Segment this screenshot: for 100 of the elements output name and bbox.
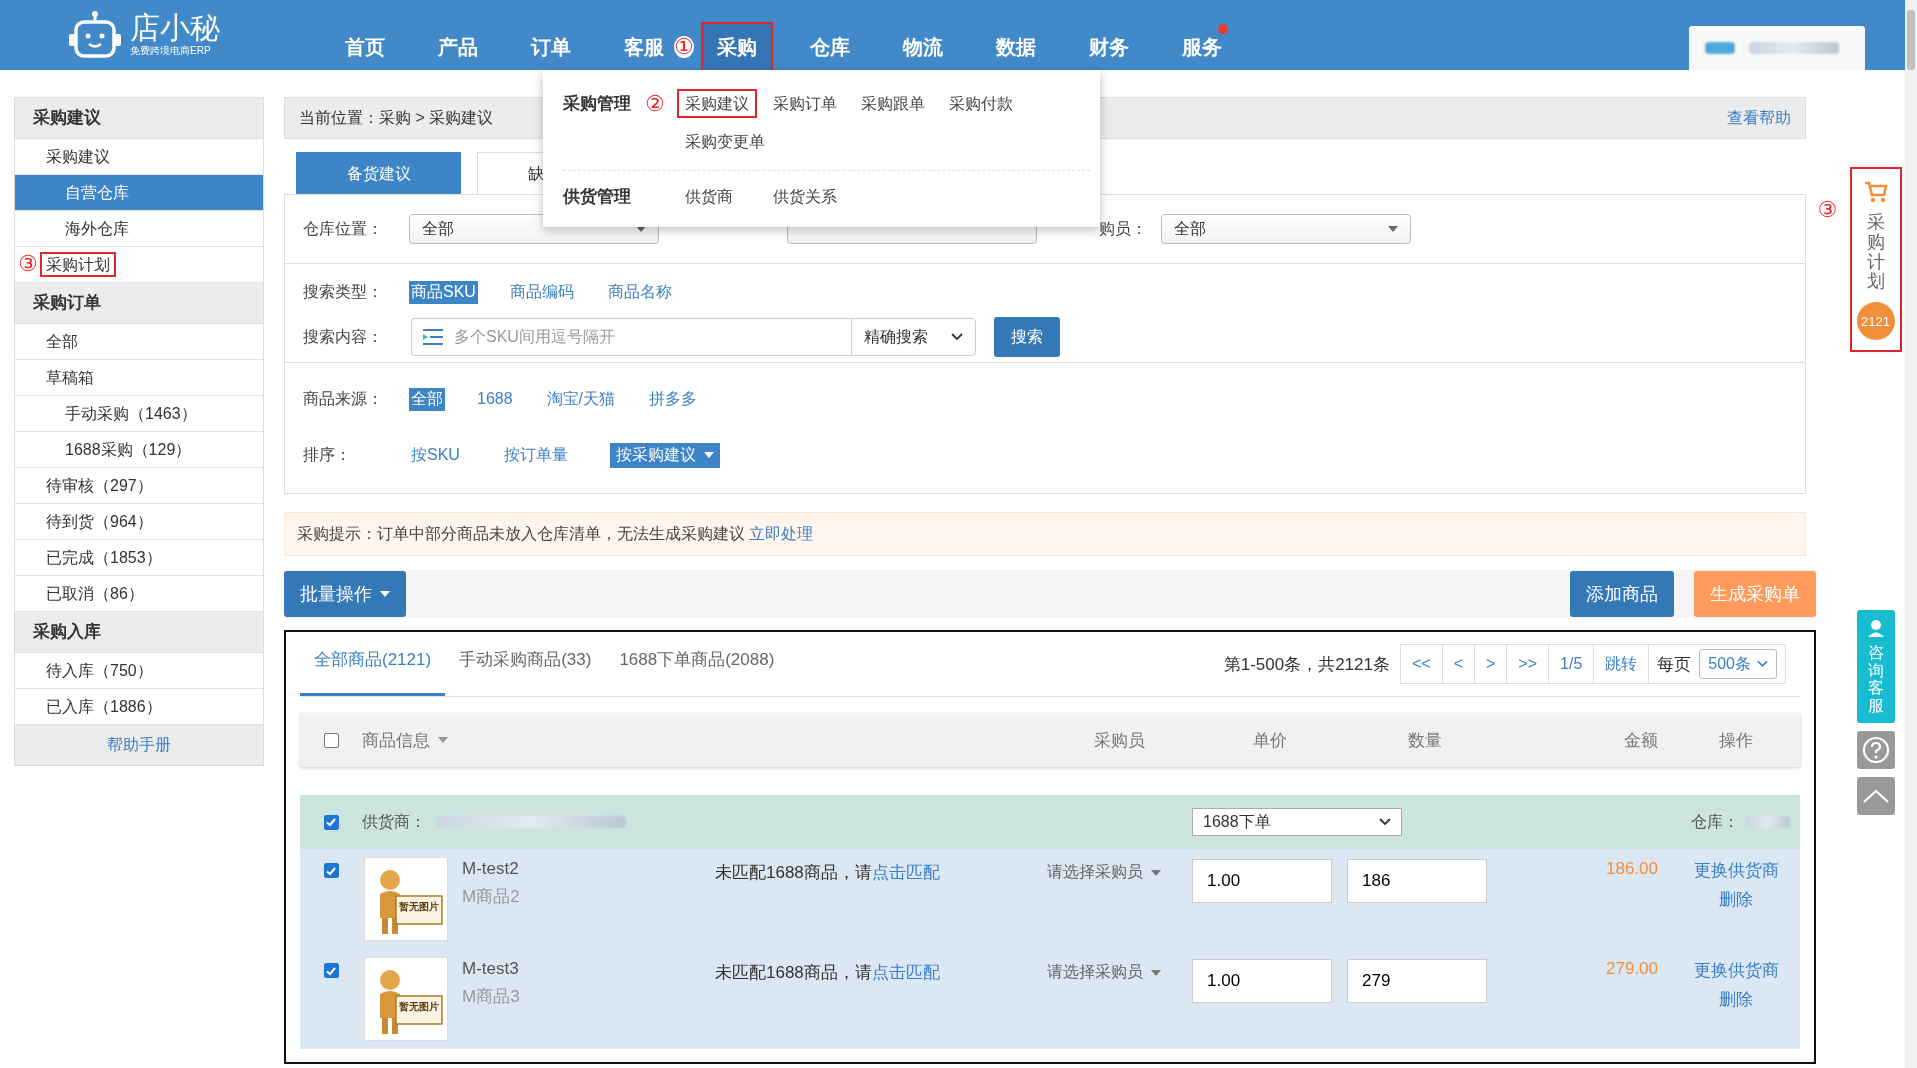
- quantity-field[interactable]: 279: [1347, 959, 1487, 1003]
- caret-icon: [1151, 869, 1161, 876]
- buyer-select[interactable]: 请选择采购员: [1047, 859, 1161, 883]
- filter-label: 搜索内容：: [303, 326, 384, 347]
- scrollbar[interactable]: [1905, 0, 1917, 1068]
- customer-service-label: 咨询客服: [1867, 644, 1884, 715]
- row-action-link[interactable]: 更换供货商: [1693, 859, 1779, 882]
- help-manual-link[interactable]: 帮助手册: [15, 725, 263, 765]
- menu-item[interactable]: 供货关系: [767, 184, 843, 209]
- chevron-down-icon: [1379, 818, 1391, 826]
- process-link[interactable]: 立即处理: [749, 523, 813, 545]
- nav-item[interactable]: 订单: [516, 24, 585, 70]
- sidebar-item[interactable]: 待到货（964）: [15, 504, 263, 540]
- sidebar-item[interactable]: 待入库（750）: [15, 653, 263, 689]
- filter-option[interactable]: 商品SKU: [409, 280, 478, 304]
- caret-icon: [1151, 969, 1161, 976]
- sidebar-item[interactable]: 待审核（297）: [15, 468, 263, 504]
- purchase-plan-panel[interactable]: 采购计划 2121: [1851, 169, 1900, 351]
- menu-item[interactable]: 采购订单: [767, 91, 843, 116]
- sidebar-item[interactable]: 海外仓库: [15, 211, 263, 247]
- sidebar-item[interactable]: 已完成（1853）: [15, 540, 263, 576]
- menu-group-title: 供货管理: [563, 186, 631, 208]
- filter-label: 商品来源：: [303, 388, 384, 409]
- help-link[interactable]: 查看帮助: [1727, 107, 1791, 129]
- match-link[interactable]: 点击匹配: [871, 863, 940, 882]
- nav-item[interactable]: 采购: [702, 24, 771, 70]
- column-header: 金额: [1623, 729, 1659, 752]
- logo-text: 店小秘: [130, 12, 220, 44]
- nav-item[interactable]: 数据: [981, 24, 1050, 70]
- match-link[interactable]: 点击匹配: [871, 963, 940, 982]
- nav-item[interactable]: 物流: [888, 24, 957, 70]
- batch-actions-button[interactable]: 批量操作: [284, 571, 406, 617]
- notice-text: 采购提示：订单中部分商品未放入仓库清单，无法生成采购建议: [297, 523, 745, 544]
- search-mode-select[interactable]: 精确搜索: [851, 318, 976, 356]
- menu-item[interactable]: 采购付款: [943, 91, 1019, 116]
- menu-item[interactable]: 采购跟单: [855, 91, 931, 116]
- back-to-top-button[interactable]: [1856, 776, 1895, 815]
- sort-option[interactable]: 按SKU: [409, 443, 462, 467]
- checkbox[interactable]: [323, 863, 339, 878]
- filter-option[interactable]: 全部: [409, 387, 445, 411]
- table-tab[interactable]: 全部商品(2121): [300, 632, 446, 696]
- filter-option[interactable]: 商品编码: [507, 280, 576, 304]
- user-account-area[interactable]: [1689, 26, 1865, 70]
- nav-item[interactable]: 财务: [1074, 24, 1143, 70]
- nav-item[interactable]: 首页: [330, 24, 399, 70]
- search-field[interactable]: 多个SKU间用逗号隔开: [411, 318, 851, 356]
- row-action-link[interactable]: 删除: [1719, 988, 1753, 1011]
- sidebar-item[interactable]: 1688采购（129）: [15, 432, 263, 468]
- search-button[interactable]: 搜索: [994, 317, 1060, 357]
- buyer-select[interactable]: 全部: [1161, 214, 1411, 244]
- buyer-select[interactable]: 请选择采购员: [1047, 959, 1161, 983]
- checkbox[interactable]: [323, 732, 339, 748]
- menu-item[interactable]: 采购变更单: [679, 129, 771, 154]
- product-name: M商品3: [462, 986, 520, 1008]
- sidebar-section-title: 采购订单: [15, 283, 263, 324]
- robot-logo-icon: [68, 10, 122, 60]
- add-product-button[interactable]: 添加商品: [1570, 571, 1674, 617]
- nav-item[interactable]: 产品: [423, 24, 492, 70]
- table-tab[interactable]: 1688下单商品(2088): [605, 632, 789, 696]
- nav-item[interactable]: 服务: [1167, 24, 1236, 70]
- checkbox[interactable]: [323, 814, 339, 830]
- menu-item[interactable]: 采购建议: [679, 91, 755, 116]
- sort-option[interactable]: 按订单量: [501, 443, 570, 467]
- order-type-select[interactable]: 1688下单: [1192, 808, 1402, 836]
- filter-label: 排序：: [303, 444, 352, 465]
- row-action-link[interactable]: 更换供货商: [1693, 959, 1779, 982]
- logo-subtitle: 免费跨境电商ERP: [130, 44, 212, 58]
- filter-option[interactable]: 拼多多: [647, 387, 700, 411]
- nav-item[interactable]: 仓库: [795, 24, 864, 70]
- customer-service-button[interactable]: 咨询客服: [1856, 610, 1895, 723]
- sidebar-section-title: 采购入库: [15, 612, 263, 653]
- tab[interactable]: 备货建议: [296, 152, 461, 194]
- filter-option[interactable]: 淘宝/天猫: [544, 387, 618, 411]
- unit-price-field[interactable]: 1.00: [1192, 859, 1332, 903]
- row-action-link[interactable]: 删除: [1719, 888, 1753, 911]
- checkbox[interactable]: [323, 963, 339, 978]
- amount: 279.00: [1606, 959, 1658, 978]
- per-page-select[interactable]: 500条: [1699, 649, 1777, 679]
- sort-option[interactable]: 按采购建议: [609, 442, 720, 468]
- help-button[interactable]: [1856, 730, 1895, 769]
- table-tab[interactable]: 手动采购商品(33): [445, 632, 606, 696]
- column-header: 操作: [1718, 729, 1754, 752]
- menu-item[interactable]: 供货商: [679, 184, 739, 209]
- annotation-marker: ③: [18, 253, 38, 275]
- quantity-field[interactable]: 186: [1347, 859, 1487, 903]
- placeholder-text: 暂无图片: [399, 900, 439, 914]
- match-notice: 未匹配1688商品，请点击匹配: [715, 963, 940, 982]
- sidebar-item[interactable]: 手动采购（1463）: [15, 396, 263, 432]
- unit-price-field[interactable]: 1.00: [1192, 959, 1332, 1003]
- caret-icon: [438, 737, 448, 743]
- supplier-label: 供货商：: [362, 811, 426, 832]
- sidebar-item[interactable]: 草稿箱: [15, 360, 263, 396]
- filter-label: 搜索类型：: [303, 281, 384, 302]
- warehouse-label: 仓库：: [1691, 811, 1739, 832]
- filter-option[interactable]: 商品名称: [605, 280, 674, 304]
- column-header[interactable]: 商品信息: [362, 728, 707, 752]
- filter-option[interactable]: 1688: [475, 389, 515, 409]
- chevron-down-icon: [951, 333, 963, 341]
- sidebar-item[interactable]: 全部: [15, 324, 263, 360]
- sidebar-item[interactable]: 自营仓库: [15, 175, 263, 211]
